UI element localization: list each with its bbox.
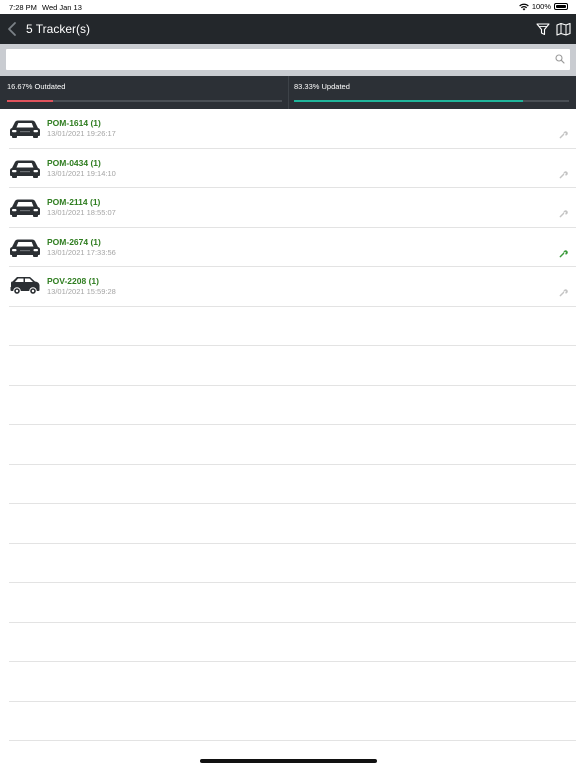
updated-stat[interactable]: 83.33% Updated [294,76,569,109]
stats-divider [288,76,289,109]
outdated-progress-track [7,100,282,102]
updated-label: 83.33% Updated [294,82,350,91]
tracker-time: 13/01/2021 18:55:07 [47,208,116,217]
tracker-row[interactable]: POM-2114 (1) 13/01/2021 18:55:07 [9,188,576,228]
tracker-name: POM-1614 (1) [47,118,101,128]
tracker-row[interactable]: POM-0434 (1) 13/01/2021 19:14:10 [9,149,576,188]
status-bar: 7:28 PM Wed Jan 13 100% [0,0,576,14]
tracker-row[interactable]: POV-2208 (1) 13/01/2021 15:59:28 [9,267,576,307]
empty-row [9,504,576,544]
wrench-icon[interactable] [559,249,568,258]
car-icon [10,120,40,138]
empty-row [9,623,576,662]
car-icon [10,160,40,178]
tracker-name: POV-2208 (1) [47,276,99,286]
status-right: 100% [519,2,568,11]
tracker-name: POM-2674 (1) [47,236,101,247]
tracker-time: 13/01/2021 17:33:56 [47,247,116,257]
search-bar [0,44,576,76]
nav-bar: 5 Tracker(s) [0,14,576,44]
updated-progress-track [294,100,569,102]
status-time: 7:28 PM [9,3,37,12]
filter-icon[interactable] [536,22,550,36]
search-input[interactable] [6,49,570,70]
car-icon [10,239,40,257]
outdated-label: 16.67% Outdated [7,82,66,91]
home-indicator[interactable] [200,759,377,763]
search-icon [555,54,565,64]
outdated-progress-fill [7,100,53,102]
tracker-row[interactable]: POM-1614 (1) 13/01/2021 19:26:17 [9,109,576,149]
tracker-row[interactable]: POM-2674 (1) 13/01/2021 17:33:56 [9,228,576,267]
empty-row [9,702,576,741]
back-chevron-icon[interactable] [6,20,20,38]
updated-progress-fill [294,100,524,102]
wifi-icon [519,3,529,10]
stats-bar: 16.67% Outdated 83.33% Updated [0,76,576,109]
wrench-icon[interactable] [559,170,568,179]
outdated-stat[interactable]: 16.67% Outdated [7,76,282,109]
empty-row [9,386,576,425]
wrench-icon[interactable] [559,130,568,139]
empty-row [9,662,576,702]
empty-row [9,583,576,623]
wrench-icon[interactable] [559,209,568,218]
map-icon[interactable] [556,22,571,36]
empty-row [9,307,576,346]
tracker-name: POM-0434 (1) [47,157,101,168]
tracker-list: POM-1614 (1) 13/01/2021 19:26:17 POM-0434 … [0,109,576,741]
empty-row [9,544,576,583]
empty-row [9,465,576,504]
empty-row [9,346,576,386]
battery-icon [554,3,568,10]
page-title: 5 Tracker(s) [26,22,91,36]
suv-icon [10,277,40,295]
wrench-icon[interactable] [559,288,568,297]
tracker-time: 13/01/2021 19:14:10 [47,168,116,178]
status-date: Wed Jan 13 [42,3,82,12]
tracker-time: 13/01/2021 15:59:28 [47,287,116,296]
tracker-name: POM-2114 (1) [47,197,101,207]
tracker-time: 13/01/2021 19:26:17 [47,129,116,138]
car-icon [10,199,40,217]
empty-row [9,425,576,465]
battery-percent: 100% [531,2,551,11]
